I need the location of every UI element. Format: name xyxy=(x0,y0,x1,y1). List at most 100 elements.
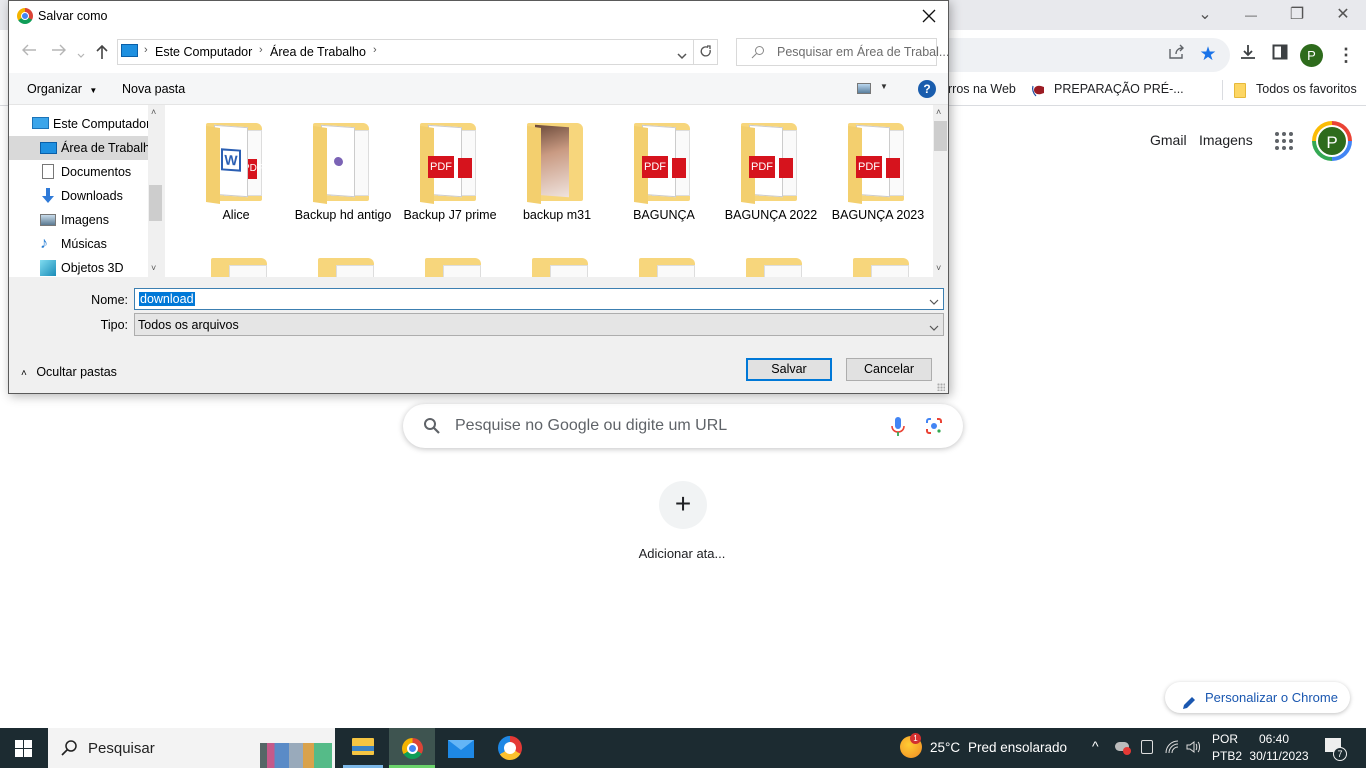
desktop-icon xyxy=(40,142,57,154)
bookmark-item[interactable]: rros na Web xyxy=(948,82,1016,96)
images-link[interactable]: Imagens xyxy=(1199,132,1253,148)
weather-description[interactable]: Pred ensolarado xyxy=(968,740,1067,755)
view-options-icon[interactable] xyxy=(857,83,871,94)
folder-icon xyxy=(1234,83,1246,98)
bookmark-item[interactable]: PREPARAÇÃO PRÉ-... xyxy=(1054,82,1184,96)
file-list-scrollbar[interactable]: ˄ ˅ xyxy=(933,105,948,277)
file-name-value: download xyxy=(139,292,195,306)
folder-icon[interactable] xyxy=(639,255,699,277)
save-button[interactable]: Salvar xyxy=(746,358,832,381)
language-indicator[interactable]: POR xyxy=(1212,732,1238,746)
nav-item-imagens[interactable]: Imagens xyxy=(9,208,148,232)
keyboard-layout-indicator[interactable]: PTB2 xyxy=(1212,749,1242,763)
folder-item[interactable]: PDF Backup J7 prime xyxy=(400,105,500,222)
folder-icon[interactable] xyxy=(746,255,806,277)
all-bookmarks-button[interactable]: Todos os favoritos xyxy=(1256,82,1357,96)
account-avatar[interactable]: P xyxy=(1316,125,1348,157)
file-type-select[interactable]: Todos os arquivos xyxy=(134,313,944,336)
profile-avatar[interactable]: P xyxy=(1300,44,1323,67)
gmail-link[interactable]: Gmail xyxy=(1150,132,1187,148)
breadcrumb-separator: › xyxy=(373,44,377,56)
chevron-up-icon: ˄ xyxy=(21,368,27,379)
ntp-search-box[interactable]: Pesquise no Google ou digite um URL xyxy=(403,404,963,448)
nav-item-area-de-trabalho[interactable]: Área de Trabalho xyxy=(9,136,148,160)
breadcrumb-item[interactable]: Este Computador xyxy=(155,45,252,59)
start-button[interactable] xyxy=(15,740,32,760)
chrome-menu-icon[interactable]: ⋮ xyxy=(1334,43,1358,67)
recent-locations-chevron-icon[interactable] xyxy=(77,46,85,64)
resize-grip[interactable] xyxy=(937,383,945,391)
back-button[interactable] xyxy=(21,43,37,62)
folder-icon[interactable] xyxy=(532,255,592,277)
clock-time[interactable]: 06:40 xyxy=(1248,732,1300,746)
bookmark-star-icon[interactable]: ★ xyxy=(1196,43,1220,67)
nav-item-documentos[interactable]: Documentos xyxy=(9,160,148,184)
dialog-title: Salvar como xyxy=(38,9,108,23)
folder-icon[interactable] xyxy=(853,255,913,277)
folder-search-input[interactable]: Pesquisar em Área de Trabal... xyxy=(736,38,949,66)
view-dropdown-arrow-icon[interactable]: ▼ xyxy=(880,82,888,91)
minimize-button[interactable]: — xyxy=(1228,4,1274,26)
type-label: Tipo: xyxy=(100,318,128,332)
volume-icon[interactable] xyxy=(1186,740,1202,757)
folder-icon[interactable] xyxy=(425,255,485,277)
folder-icon xyxy=(527,120,587,204)
taskbar-secure-browser[interactable] xyxy=(498,736,522,760)
cancel-button[interactable]: Cancelar xyxy=(846,358,932,381)
clock-date[interactable]: 30/11/2023 xyxy=(1248,749,1310,763)
show-hidden-icons-chevron-icon[interactable]: ^ xyxy=(1092,738,1099,754)
apps-grid-icon[interactable] xyxy=(1274,131,1294,151)
new-folder-button[interactable]: Nova pasta xyxy=(122,82,185,96)
chrome-icon xyxy=(17,8,33,24)
folder-item[interactable]: Backup hd antigo xyxy=(293,105,393,222)
restore-button[interactable]: ❐ xyxy=(1274,4,1320,26)
add-shortcut-label[interactable]: Adicionar ata... xyxy=(620,546,744,561)
address-bar[interactable]: › Este Computador › Área de Trabalho › xyxy=(117,39,718,65)
pictures-icon xyxy=(40,214,56,226)
taskbar-file-explorer[interactable] xyxy=(341,728,385,768)
wifi-icon[interactable] xyxy=(1165,740,1179,757)
search-highlight-image xyxy=(260,732,332,768)
nav-item-downloads[interactable]: Downloads xyxy=(9,184,148,208)
taskbar-search-box[interactable]: Pesquisar xyxy=(48,728,335,768)
up-button[interactable] xyxy=(95,44,109,65)
organize-button[interactable]: Organizar ▼ xyxy=(27,82,97,96)
hide-folders-button[interactable]: ˄ Ocultar pastas xyxy=(21,365,117,379)
tab-search-button[interactable]: ⌄ xyxy=(1182,4,1228,26)
side-panel-icon[interactable] xyxy=(1268,43,1292,67)
folder-icon[interactable] xyxy=(211,255,271,277)
close-window-button[interactable]: ✕ xyxy=(1320,4,1366,26)
nav-item-este-computador[interactable]: Este Computador xyxy=(9,112,148,136)
address-dropdown-chevron-icon[interactable] xyxy=(677,49,687,63)
organize-label: Organizar xyxy=(27,82,82,96)
google-lens-icon[interactable] xyxy=(925,417,943,438)
weather-temperature[interactable]: 25°C xyxy=(930,740,960,755)
dialog-close-button[interactable] xyxy=(922,5,936,28)
folder-name: backup m31 xyxy=(522,208,592,222)
customize-chrome-button[interactable]: Personalizar o Chrome xyxy=(1165,682,1350,713)
nav-pane-scrollbar[interactable]: ˄ ˅ xyxy=(148,105,163,277)
folder-icon[interactable] xyxy=(318,255,378,277)
folder-icon: PDF xyxy=(741,120,801,204)
share-icon[interactable] xyxy=(1164,43,1188,67)
folder-item[interactable]: PDF W Alice xyxy=(186,105,286,222)
chevron-down-icon[interactable] xyxy=(929,295,939,309)
taskbar-chrome[interactable] xyxy=(389,728,435,768)
file-name-input[interactable]: download xyxy=(134,288,944,310)
forward-button[interactable] xyxy=(51,43,67,62)
add-shortcut-button[interactable]: + xyxy=(659,481,707,529)
help-button[interactable]: ? xyxy=(918,80,936,98)
taskbar-mail[interactable] xyxy=(448,738,474,758)
taskbar-search-placeholder: Pesquisar xyxy=(88,740,155,757)
download-icon[interactable] xyxy=(1236,43,1260,67)
nav-item-musicas[interactable]: ♪ Músicas xyxy=(9,232,148,256)
folder-item[interactable]: PDF BAGUNÇA 2022 xyxy=(721,105,821,222)
voice-search-icon[interactable] xyxy=(891,416,905,441)
refresh-button[interactable] xyxy=(693,39,718,65)
breadcrumb-item[interactable]: Área de Trabalho xyxy=(270,45,366,59)
folder-item[interactable]: PDF BAGUNÇA xyxy=(614,105,714,222)
folder-item[interactable]: PDF BAGUNÇA 2023 xyxy=(828,105,928,222)
folder-item[interactable]: backup m31 xyxy=(507,105,607,222)
folder-name: Backup hd antigo xyxy=(294,208,392,222)
meet-now-icon[interactable] xyxy=(1141,740,1153,754)
